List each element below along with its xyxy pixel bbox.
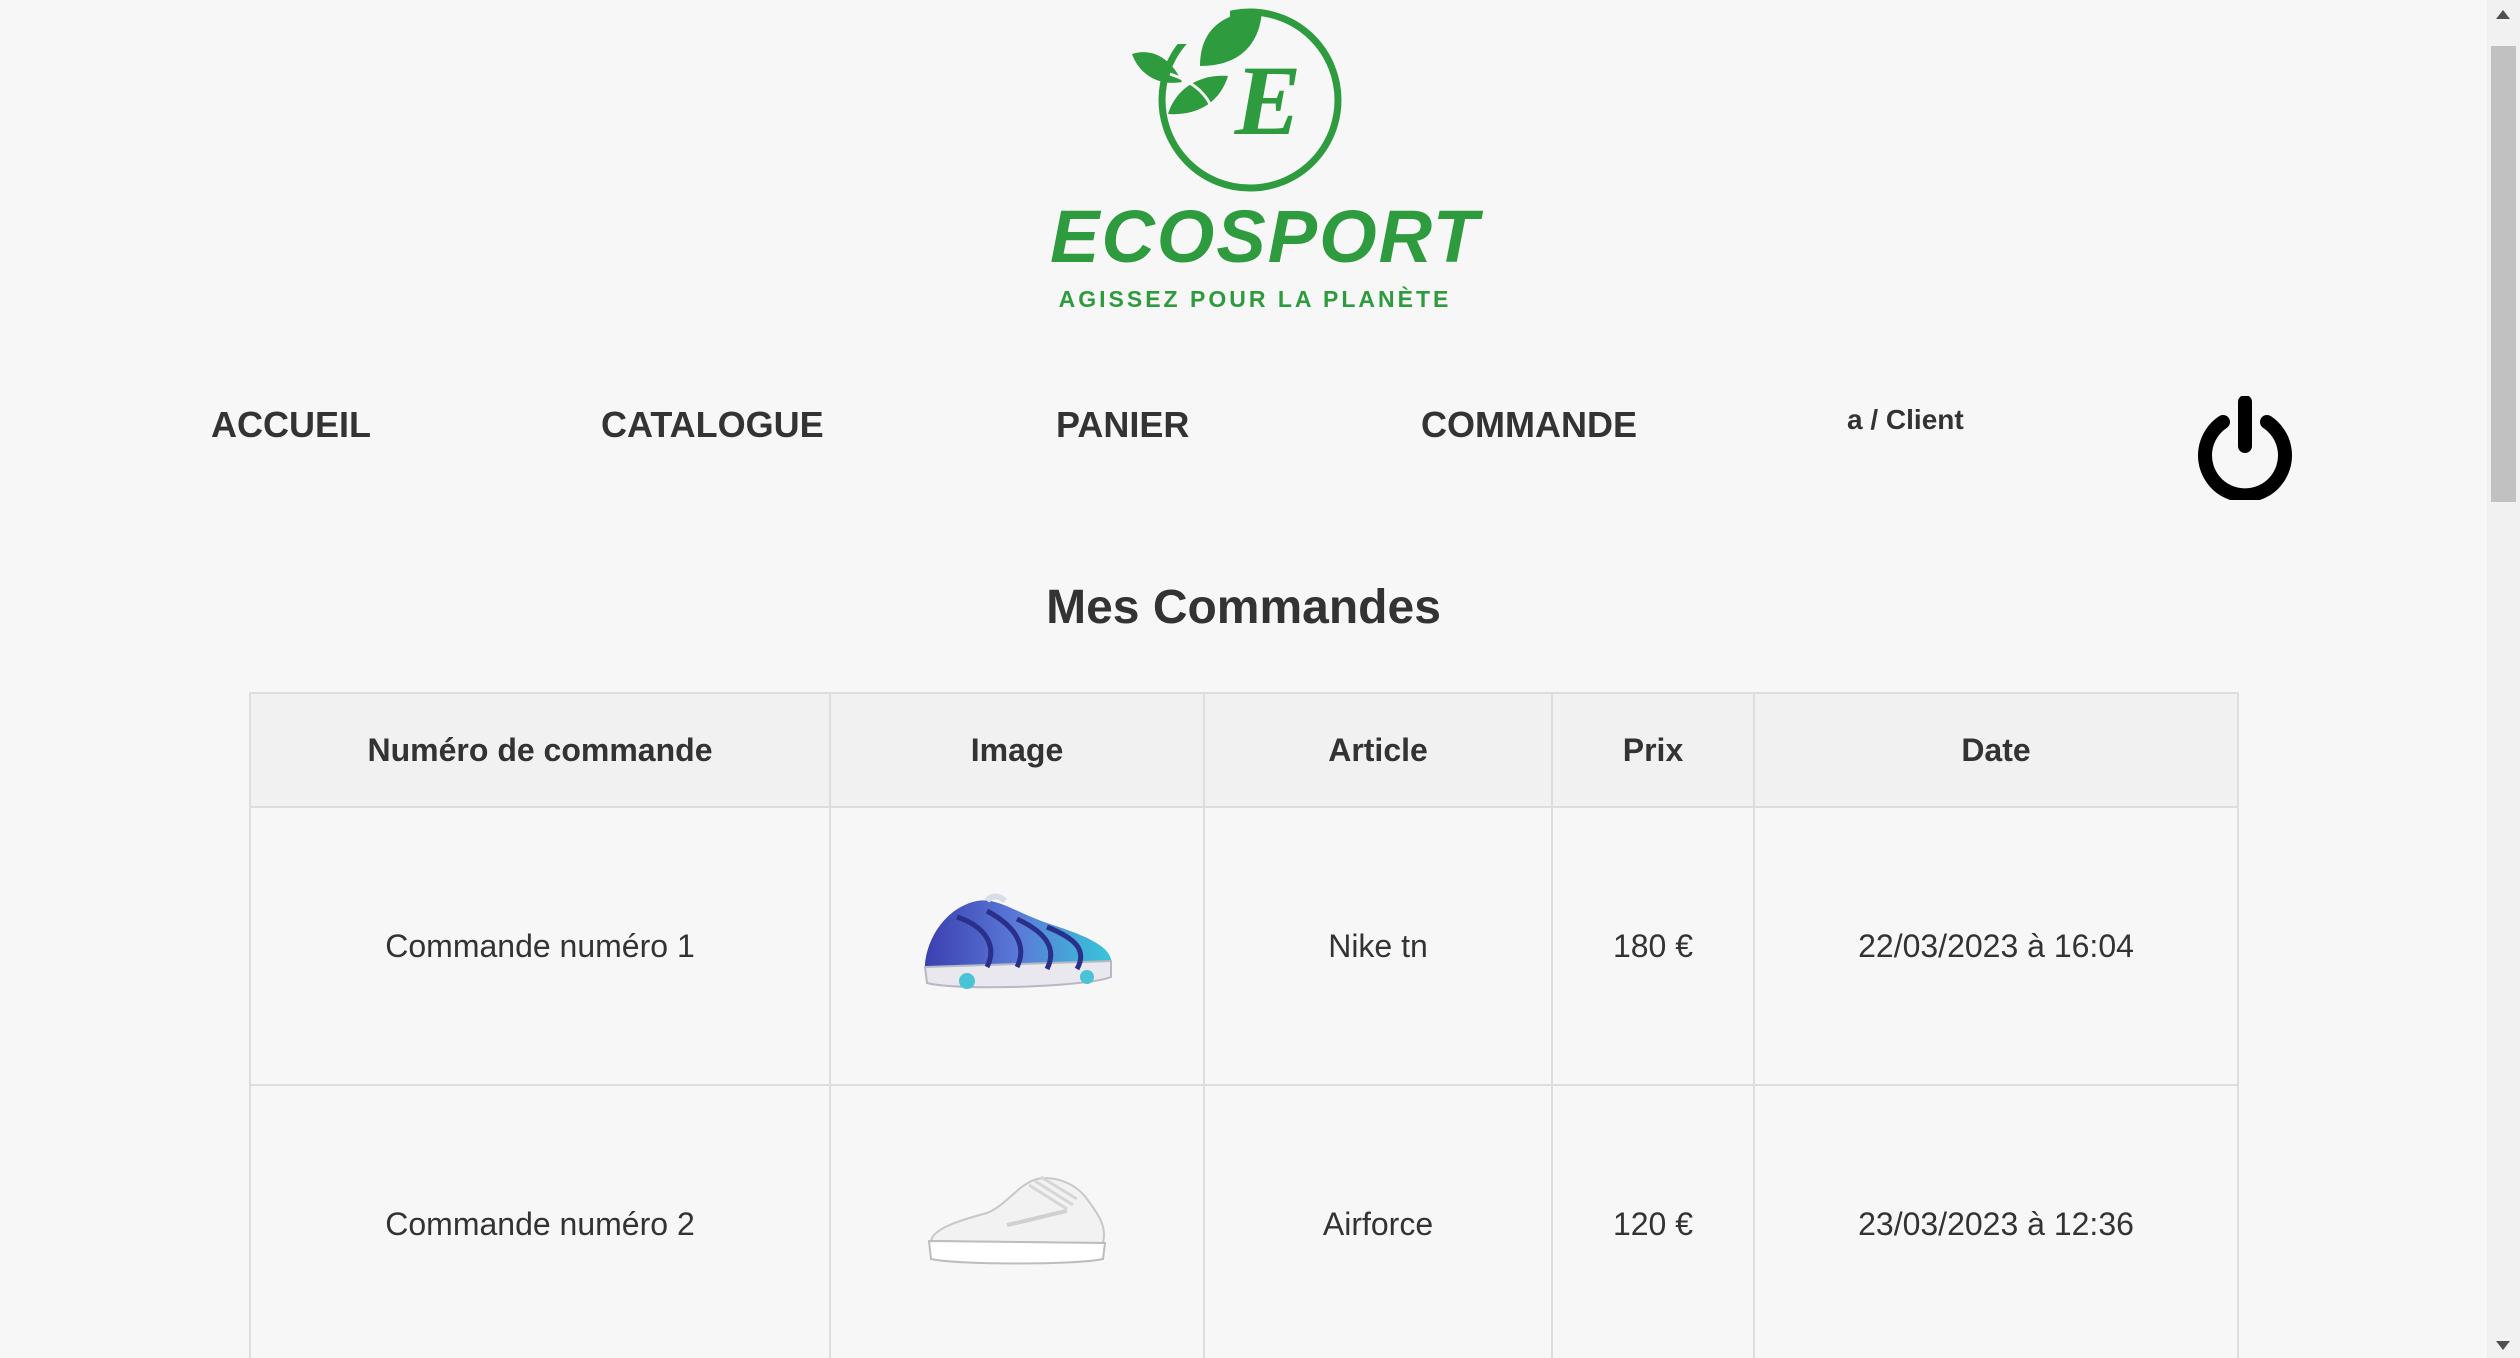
order-date: 22/03/2023 à 16:04 bbox=[1753, 806, 2239, 1086]
order-image-cell bbox=[829, 806, 1205, 1086]
brand-tagline: AGISSEZ POUR LA PLANÈTE bbox=[1058, 286, 1452, 312]
order-price: 120 € bbox=[1551, 1084, 1755, 1358]
logo-letter: E bbox=[1234, 45, 1302, 156]
header-image: Image bbox=[829, 692, 1205, 808]
nav-accueil[interactable]: ACCUEIL bbox=[211, 404, 371, 446]
page: E ECOSPORT AGISSEZ POUR LA PLANÈTE ACCUE… bbox=[0, 0, 2487, 1358]
order-number: Commande numéro 2 bbox=[249, 1084, 831, 1358]
vertical-scrollbar[interactable] bbox=[2487, 0, 2520, 1358]
table-row: Commande numéro 2 Airforce 120 € 23/03/2… bbox=[249, 1084, 2239, 1358]
nike-tn-shoe-image bbox=[923, 893, 1112, 989]
scroll-thumb[interactable] bbox=[2491, 46, 2516, 502]
power-icon[interactable] bbox=[2193, 395, 2297, 503]
order-date: 23/03/2023 à 12:36 bbox=[1753, 1084, 2239, 1358]
header-order-number: Numéro de commande bbox=[249, 692, 831, 808]
page-title: Mes Commandes bbox=[1046, 581, 1441, 634]
logo-emblem-icon: E bbox=[1132, 4, 1342, 192]
nav-commande[interactable]: COMMANDE bbox=[1421, 404, 1637, 446]
brand-logo[interactable]: E ECOSPORT AGISSEZ POUR LA PLANÈTE bbox=[1050, 4, 1480, 314]
user-label: a / Client bbox=[1847, 404, 1964, 435]
nav-catalogue[interactable]: CATALOGUE bbox=[601, 404, 824, 446]
order-article: Airforce bbox=[1203, 1084, 1553, 1358]
order-article: Nike tn bbox=[1203, 806, 1553, 1086]
header-price: Prix bbox=[1551, 692, 1755, 808]
order-number: Commande numéro 1 bbox=[249, 806, 831, 1086]
header-date: Date bbox=[1753, 692, 2239, 808]
order-image-cell bbox=[829, 1084, 1205, 1358]
order-price: 180 € bbox=[1551, 806, 1755, 1086]
table-row: Commande numéro 1 Nike tn 180 € 22/03/20… bbox=[249, 806, 2239, 1086]
brand-name: ECOSPORT bbox=[1050, 195, 1480, 278]
scroll-down-icon[interactable] bbox=[2496, 1341, 2510, 1350]
airforce-shoe-image bbox=[927, 1175, 1107, 1265]
orders-table: Numéro de commande Image Article Prix Da… bbox=[249, 692, 2239, 1358]
header-article: Article bbox=[1203, 692, 1553, 808]
scroll-up-icon[interactable] bbox=[2496, 10, 2510, 19]
table-header-row: Numéro de commande Image Article Prix Da… bbox=[249, 692, 2239, 808]
nav-panier[interactable]: PANIER bbox=[1056, 404, 1189, 446]
